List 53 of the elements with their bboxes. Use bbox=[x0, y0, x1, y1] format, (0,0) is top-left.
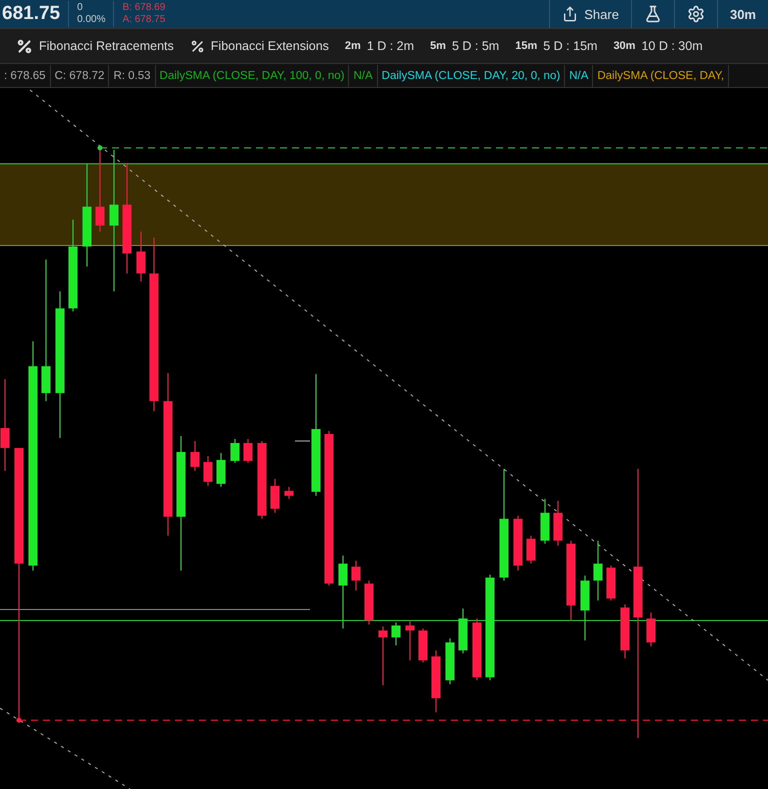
candlestick bbox=[216, 452, 226, 488]
flask-icon bbox=[644, 5, 662, 23]
candlestick bbox=[646, 612, 656, 647]
anchor-point bbox=[98, 145, 102, 150]
candlestick bbox=[364, 580, 374, 625]
candlestick bbox=[554, 500, 562, 546]
candlestick bbox=[606, 565, 616, 602]
candlestick bbox=[620, 604, 630, 659]
study-label: DailySMA (CLOSE, DAY, 100, 0, no) bbox=[156, 64, 350, 86]
interval-button[interactable]: 5m 5 D : 5m bbox=[430, 39, 500, 53]
study-label: N/A bbox=[565, 64, 594, 86]
interval-button[interactable]: 30m 10 D : 30m bbox=[613, 39, 703, 53]
candlestick bbox=[190, 440, 200, 472]
study-label: C: 678.72 bbox=[50, 64, 110, 86]
fibonacci-retracements-button[interactable]: Fibonacci Retracements bbox=[16, 38, 174, 54]
candlestick bbox=[270, 478, 280, 514]
candlestick bbox=[580, 575, 590, 641]
candlestick bbox=[540, 498, 550, 544]
candlestick bbox=[458, 608, 468, 654]
candlestick bbox=[230, 438, 240, 464]
candlestick bbox=[418, 628, 428, 663]
anchor-point bbox=[16, 718, 22, 723]
ask-price: A: 678.75 bbox=[122, 14, 166, 26]
candlestick bbox=[392, 622, 400, 646]
study-label: N/A bbox=[349, 64, 378, 86]
interval-button[interactable]: 15m 5 D : 15m bbox=[515, 39, 598, 53]
net-change: 0 bbox=[77, 2, 84, 14]
last-price: 681.75 bbox=[1, 3, 62, 25]
study-label: : 678.65 bbox=[0, 64, 51, 86]
percent-change: 0.00% bbox=[77, 14, 106, 26]
candlestick bbox=[514, 515, 522, 572]
candlestick bbox=[446, 638, 454, 685]
study-label: DailySMA (CLOSE, DAY, bbox=[593, 64, 730, 86]
candlestick bbox=[378, 626, 388, 686]
settings-icon bbox=[686, 5, 705, 23]
interval-button[interactable]: 2m 1 D : 2m bbox=[344, 39, 414, 53]
candlestick bbox=[526, 535, 536, 564]
candlestick bbox=[204, 455, 212, 486]
bid-price: B: 678.69 bbox=[122, 2, 166, 14]
fibonacci-extensions-button[interactable]: Fibonacci Extensions bbox=[190, 38, 329, 54]
candlestick bbox=[406, 620, 414, 661]
study-label: R: 0.53 bbox=[109, 64, 156, 86]
study-label: DailySMA (CLOSE, DAY, 20, 0, no) bbox=[378, 64, 566, 86]
candlestick bbox=[352, 560, 360, 592]
percent-icon bbox=[190, 38, 205, 54]
candlestick bbox=[472, 618, 482, 681]
candlestick bbox=[244, 438, 252, 464]
candlestick bbox=[432, 650, 440, 713]
candlestick bbox=[594, 540, 602, 602]
candlestick bbox=[136, 231, 146, 282]
candlestick bbox=[284, 486, 294, 500]
percent-icon bbox=[16, 38, 33, 54]
share-icon bbox=[562, 6, 578, 22]
